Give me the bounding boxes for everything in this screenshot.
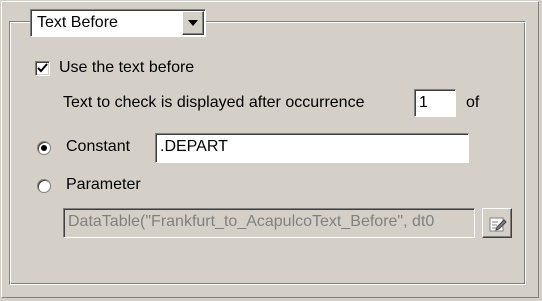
parameter-value-input[interactable]: DataTable("Frankfurt_to_AcapulcoText_Bef…	[63, 208, 475, 238]
use-text-before-label: Use the text before	[59, 59, 195, 76]
use-text-before-checkbox[interactable]	[35, 61, 50, 76]
checkmark-icon	[37, 63, 48, 73]
dropdown-selected-value: Text Before	[37, 14, 118, 31]
occurrence-label: Text to check is displayed after occurre…	[63, 94, 365, 111]
chevron-down-icon	[188, 20, 198, 26]
parameter-label: Parameter	[66, 176, 141, 193]
edit-parameter-button[interactable]	[482, 208, 512, 238]
constant-value-input[interactable]: .DEPART	[155, 133, 469, 163]
text-position-dropdown[interactable]: Text Before	[30, 9, 206, 37]
edit-parameter-icon	[489, 217, 507, 232]
occurrence-of-label: of	[466, 94, 480, 111]
radio-selected-dot	[41, 145, 47, 151]
parameter-radio[interactable]	[37, 179, 51, 193]
constant-radio[interactable]	[37, 141, 51, 155]
constant-label: Constant	[66, 138, 131, 155]
occurrence-input[interactable]	[414, 89, 456, 117]
dropdown-button[interactable]	[182, 11, 204, 35]
